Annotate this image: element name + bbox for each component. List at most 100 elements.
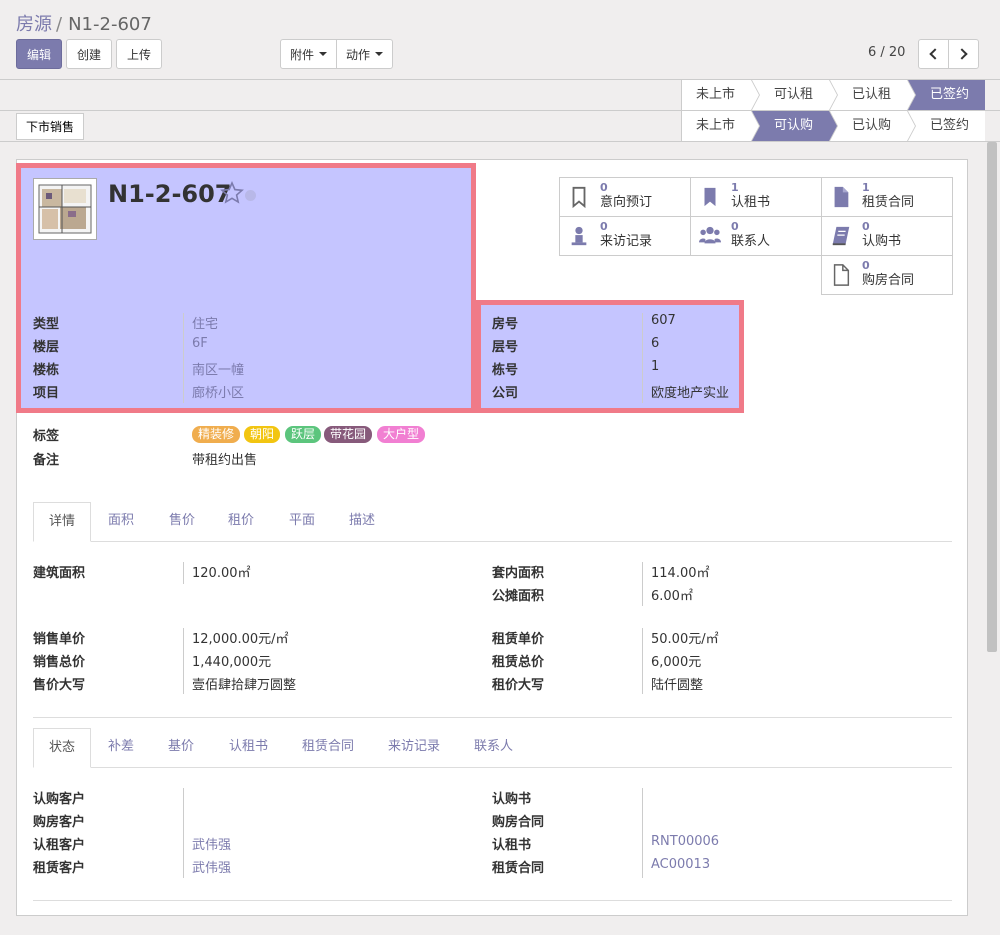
rent-stage-3[interactable]: 已签约 [906, 80, 985, 110]
favorite-star-icon[interactable] [220, 181, 244, 205]
sale-stage-1[interactable]: 可认购 [750, 111, 838, 141]
property-field-label: 楼栋 [33, 363, 60, 378]
property-field-value[interactable]: 南区一幢 [192, 359, 244, 378]
users-icon [699, 224, 721, 248]
smart-button-4[interactable]: 0 联系人 [690, 216, 822, 256]
upload-button[interactable]: 上传 [116, 39, 162, 69]
pager-next-button[interactable] [948, 39, 979, 69]
unit-field-label: 栋号 [492, 363, 519, 378]
floorplan-thumbnail-image[interactable] [33, 178, 97, 240]
rent-unit-price-value: 50.00元/㎡ [651, 632, 719, 647]
edit-button[interactable]: 编辑 [16, 39, 62, 69]
breadcrumb-current: N1-2-607 [68, 14, 152, 35]
unit-field-value: 1 [651, 359, 660, 374]
sale-unit-price-label: 销售单价 [33, 632, 86, 647]
detail-tab-0[interactable]: 详情 [33, 502, 92, 542]
smart-button-3[interactable]: 0 来访记录 [559, 216, 691, 256]
property-field-value[interactable]: 住宅 [192, 313, 218, 332]
pager-value[interactable]: 6 / 20 [868, 45, 905, 60]
record-title: N1-2-607 [108, 180, 232, 208]
rent-total-price-label: 租赁总价 [492, 655, 545, 670]
section-divider [33, 717, 952, 718]
smart-button-label: 来访记录 [600, 234, 653, 249]
tag-badge[interactable]: 精装修 [192, 426, 241, 443]
chevron-right-icon [956, 48, 968, 60]
contract-field-value[interactable]: RNT00006 [651, 834, 719, 849]
tag-badge[interactable]: 朝阳 [244, 426, 281, 443]
file-outline-icon [830, 263, 852, 287]
sale-total-price-value: 1,440,000元 [192, 655, 272, 670]
detail-tab-2[interactable]: 售价 [169, 502, 195, 542]
smart-button-1[interactable]: 1 认租书 [690, 177, 822, 217]
scrollbar[interactable] [987, 142, 997, 652]
status-tab-2[interactable]: 基价 [168, 728, 194, 768]
chevron-left-icon [929, 48, 941, 60]
pager-previous-button[interactable] [918, 39, 949, 69]
rent-stage-0[interactable]: 未上市 [680, 80, 760, 110]
unit-field-label: 房号 [492, 317, 519, 332]
rent-total-price-value: 6,000元 [651, 655, 702, 670]
detail-tab-5[interactable]: 描述 [349, 502, 375, 542]
breadcrumb-separator: / [56, 14, 63, 35]
sale-stage-2[interactable]: 已认购 [828, 111, 917, 141]
smart-button-label: 联系人 [731, 234, 771, 249]
smart-button-count: 0 [600, 181, 608, 194]
smart-button-6[interactable]: 0 购房合同 [821, 255, 953, 295]
inner-area-value: 114.00㎡ [651, 566, 710, 581]
delist-sale-button[interactable]: 下市销售 [16, 113, 85, 140]
customer-field-value[interactable]: 武伟强 [192, 834, 231, 853]
detail-tab-3[interactable]: 租价 [228, 502, 254, 542]
status-tab-3[interactable]: 认租书 [229, 728, 268, 768]
smart-button-label: 认租书 [731, 195, 771, 210]
breadcrumb: 房源 / N1-2-607 [16, 10, 152, 36]
smart-button-2[interactable]: 1 租赁合同 [821, 177, 953, 217]
smart-button-label: 认购书 [862, 234, 902, 249]
status-dot-icon [245, 190, 256, 201]
control-panel: 房源 / N1-2-607 编辑 创建 上传 附件 动作 6 / 20 [0, 0, 1000, 80]
tag-badge[interactable]: 大户型 [377, 426, 426, 443]
rent-stage-group: 未上市 可认租 已认租 已签约 [680, 80, 985, 110]
customer-field-value[interactable]: 武伟强 [192, 857, 231, 876]
rent-price-words-label: 租价大写 [492, 678, 545, 693]
unit-field-value: 607 [651, 313, 676, 328]
contract-field-value[interactable]: AC00013 [651, 857, 710, 872]
property-field-value[interactable]: 廊桥小区 [192, 382, 244, 401]
status-notebook-tabs: 状态 补差 基价 认租书 租赁合同 来访记录 联系人 [33, 728, 952, 768]
divider [642, 562, 643, 606]
sale-stage-3[interactable]: 已签约 [906, 111, 985, 141]
smart-button-5[interactable]: 0 认购书 [821, 216, 953, 256]
rent-stage-1[interactable]: 可认租 [750, 80, 838, 110]
smart-button-count: 0 [862, 220, 870, 233]
status-tab-1[interactable]: 补差 [108, 728, 134, 768]
detail-tab-4[interactable]: 平面 [289, 502, 315, 542]
divider [642, 313, 643, 403]
sale-stage-0[interactable]: 未上市 [680, 111, 760, 141]
action-dropdown[interactable]: 动作 [336, 39, 393, 69]
smart-button-count: 0 [600, 220, 608, 233]
smart-button-0[interactable]: 0 意向预订 [559, 177, 691, 217]
rent-unit-price-label: 租赁单价 [492, 632, 545, 647]
contract-field-label: 租赁合同 [492, 861, 545, 876]
rent-stage-2[interactable]: 已认租 [828, 80, 917, 110]
contract-field-label: 认购书 [492, 792, 532, 807]
status-tab-6[interactable]: 联系人 [474, 728, 513, 768]
breadcrumb-parent-link[interactable]: 房源 [16, 14, 52, 35]
divider [183, 628, 184, 694]
status-tab-4[interactable]: 租赁合同 [302, 728, 354, 768]
detail-tab-1[interactable]: 面积 [108, 502, 134, 542]
status-tab-5[interactable]: 来访记录 [388, 728, 440, 768]
user-icon [568, 224, 590, 248]
property-field-label: 项目 [33, 386, 60, 401]
tag-badge[interactable]: 跃层 [285, 426, 322, 443]
sale-statusbar: 下市销售 未上市 可认购 已认购 已签约 [0, 111, 1000, 142]
unit-field-value: 欧度地产实业 [651, 386, 730, 401]
status-tab-0[interactable]: 状态 [33, 728, 92, 768]
create-button[interactable]: 创建 [66, 39, 112, 69]
tag-badge[interactable]: 带花园 [324, 426, 373, 443]
book-icon [830, 224, 852, 248]
property-field-label: 类型 [33, 317, 60, 332]
attachment-dropdown[interactable]: 附件 [280, 39, 337, 69]
smart-button-box: 0 意向预订 1 认租书 1 租赁合同 0 来访记录 0 联系人 0 认购书 0 购房合同 [559, 177, 953, 295]
customer-field-label: 认购客户 [33, 792, 86, 807]
property-field-value[interactable]: 6F [192, 336, 208, 351]
